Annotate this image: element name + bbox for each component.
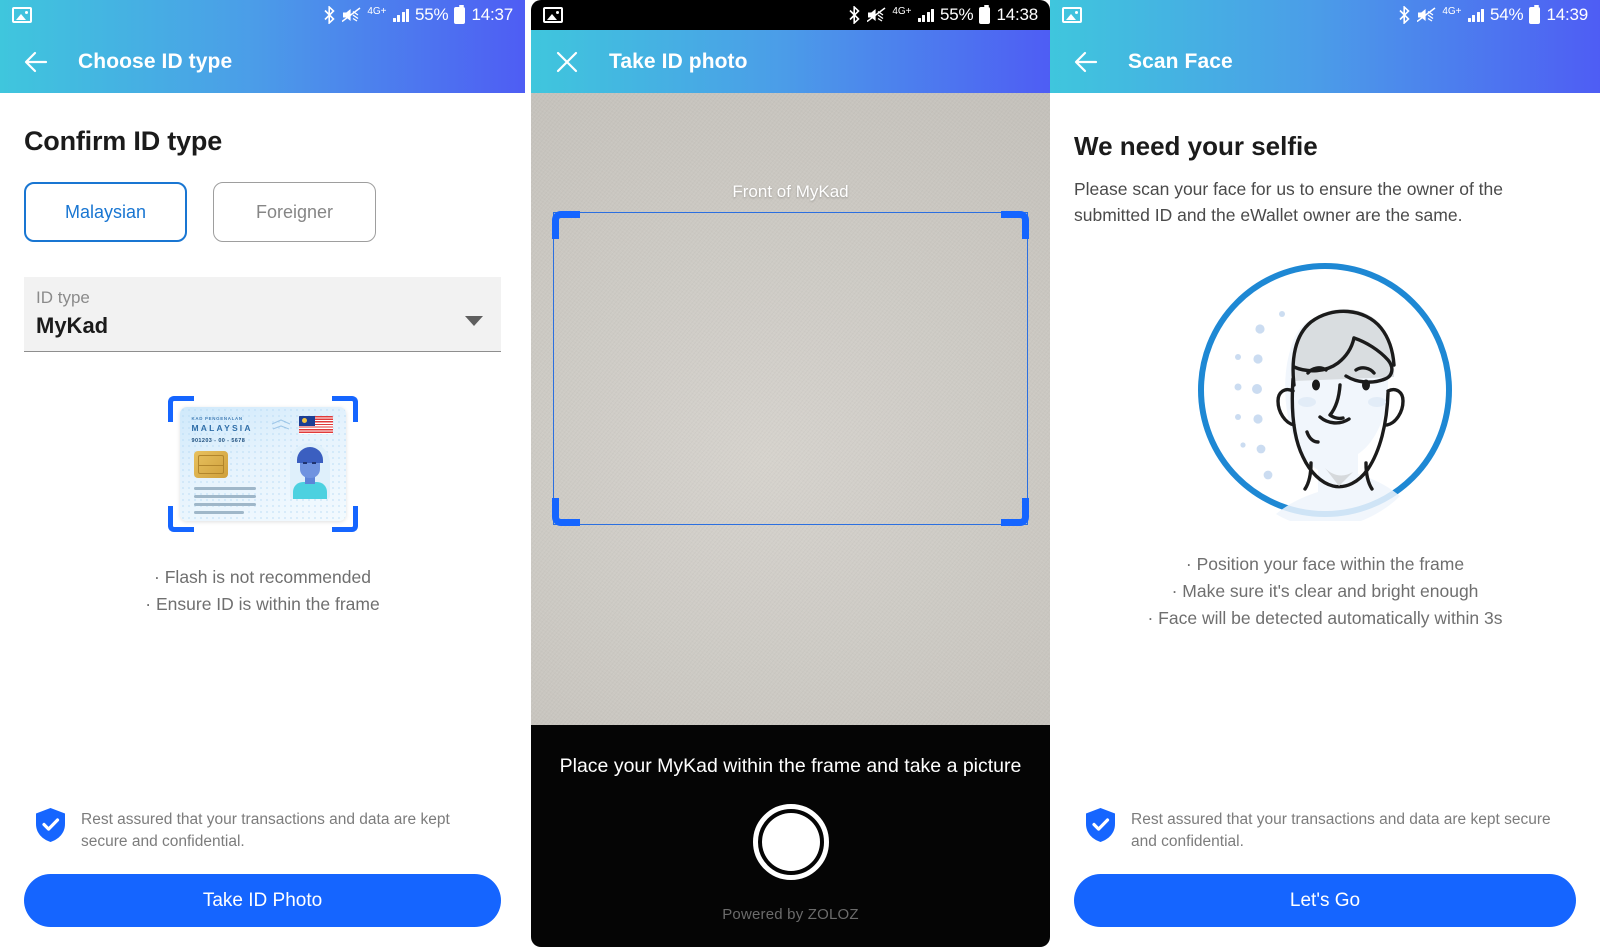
clock: 14:38 [996,5,1038,24]
card-number: 901203 - 00 - 5678 [191,438,246,444]
smartcard-chip-icon [193,451,228,478]
status-bar: 4G+ 55% 14:38 [531,0,1050,30]
page-title: Confirm ID type [24,126,223,156]
assurance-note: Rest assured that your transactions and … [24,785,501,852]
status-bar: 4G+ 54% 14:39 [1050,0,1600,30]
volume-mute-icon [867,7,886,23]
camera-instruction: Place your MyKad within the frame and ta… [559,755,1022,777]
mykad-card-image: KAD PENGENALAN MALAYSIA 901203 - 00 - 56… [179,407,346,521]
malaysia-flag-icon [298,416,333,434]
network-type: 4G+ [367,6,387,17]
selfie-illustration [1074,259,1576,521]
shield-check-icon [36,808,65,843]
bluetooth-icon [849,6,860,24]
ekyc-flow-screenshots: 4G+ 55% 14:37 Choose ID type Confirm ID … [0,0,1600,947]
id-type-select[interactable]: ID type MyKad [24,277,501,352]
app-bar-title: Choose ID type [78,49,233,73]
selfie-hints: · Position your face within the frame · … [1074,551,1576,632]
card-title: MALAYSIA [191,423,253,433]
battery-icon [1529,4,1541,24]
signal-bars-icon [917,8,935,22]
clock: 14:39 [1546,5,1588,24]
signal-bars-icon [1467,8,1485,22]
signal-bars-icon [392,8,410,22]
hologram-icon [271,419,290,430]
battery-percent: 55% [940,5,974,24]
camera-viewfinder: Front of MyKad [531,93,1050,725]
selfie-face-circle-icon [1198,262,1452,521]
app-bar: Choose ID type [0,30,525,93]
footer: Rest assured that your transactions and … [1050,785,1600,947]
network-type: 4G+ [1442,6,1462,17]
content-area: Confirm ID type Malaysian Foreigner ID t… [0,126,525,618]
battery-icon [979,4,991,24]
segment-foreigner[interactable]: Foreigner [213,182,376,242]
capture-hints: · Flash is not recommended · Ensure ID i… [24,564,501,618]
frame-label: Front of MyKad [732,182,849,201]
volume-mute-icon [342,7,361,23]
card-subtitle: KAD PENGENALAN [191,416,243,421]
app-bar: Scan Face [1050,30,1600,93]
mykad-illustration: KAD PENGENALAN MALAYSIA 901203 - 00 - 56… [24,396,501,532]
segment-malaysian[interactable]: Malaysian [24,182,187,242]
network-type: 4G+ [892,6,912,17]
app-bar-title: Take ID photo [609,49,748,73]
battery-percent: 55% [415,5,449,24]
arrow-back-icon[interactable] [1072,48,1100,76]
assurance-note: Rest assured that your transactions and … [1074,785,1576,852]
bluetooth-icon [324,6,335,24]
assurance-text: Rest assured that your transactions and … [81,811,450,850]
battery-icon [454,4,466,24]
arrow-back-icon[interactable] [22,48,50,76]
lets-go-button[interactable]: Let's Go [1074,874,1576,927]
assurance-text: Rest assured that your transactions and … [1131,811,1551,850]
bluetooth-icon [1399,6,1410,24]
camera-controls: Place your MyKad within the frame and ta… [531,725,1050,947]
powered-by-label: Powered by ZOLOZ [722,906,859,923]
status-bar: 4G+ 55% 14:37 [0,0,525,30]
page-title: We need your selfie [1074,131,1318,161]
shield-check-icon [1086,808,1115,843]
hint-item: · Face will be detected automatically wi… [1147,607,1503,628]
hint-item: · Ensure ID is within the frame [145,594,380,615]
screen-take-id-photo: 4G+ 55% 14:38 Take ID photo Front of MyK… [531,0,1050,947]
photo-icon [543,7,563,23]
clock: 14:37 [471,5,513,24]
photo-icon [12,7,32,23]
panel-gutter [519,636,525,848]
hint-item: · Position your face within the frame [1185,553,1465,574]
segment-malaysian-label: Malaysian [64,201,147,222]
chevron-down-icon[interactable] [465,316,483,326]
screen-scan-face: 4G+ 54% 14:39 Scan Face We need your sel… [1050,0,1600,947]
content-area: We need your selfie Please scan your fac… [1050,131,1600,632]
camera-shutter-button[interactable] [752,804,829,880]
panel-gutter [1050,636,1056,848]
document-scan-frame-icon [552,211,1029,526]
footer: Rest assured that your transactions and … [0,785,525,947]
app-bar-title: Scan Face [1128,49,1233,73]
volume-mute-icon [1417,7,1436,23]
mykad-scan-frame-icon: KAD PENGENALAN MALAYSIA 901203 - 00 - 56… [167,396,358,532]
screen-choose-id-type: 4G+ 55% 14:37 Choose ID type Confirm ID … [0,0,525,947]
hint-item: · Flash is not recommended [154,567,371,587]
segment-foreigner-label: Foreigner [255,201,334,222]
battery-percent: 54% [1490,5,1524,24]
id-portrait-icon [289,443,330,499]
id-type-value: MyKad [36,313,109,338]
nationality-segmented-control: Malaysian Foreigner [24,182,501,242]
page-description: Please scan your face for us to ensure t… [1074,179,1503,226]
close-icon[interactable] [553,48,581,76]
take-id-photo-button[interactable]: Take ID Photo [24,874,501,927]
hint-item: · Make sure it's clear and bright enough [1171,580,1479,601]
app-bar: Take ID photo [531,30,1050,93]
id-type-label: ID type [36,288,90,307]
photo-icon [1062,7,1082,23]
